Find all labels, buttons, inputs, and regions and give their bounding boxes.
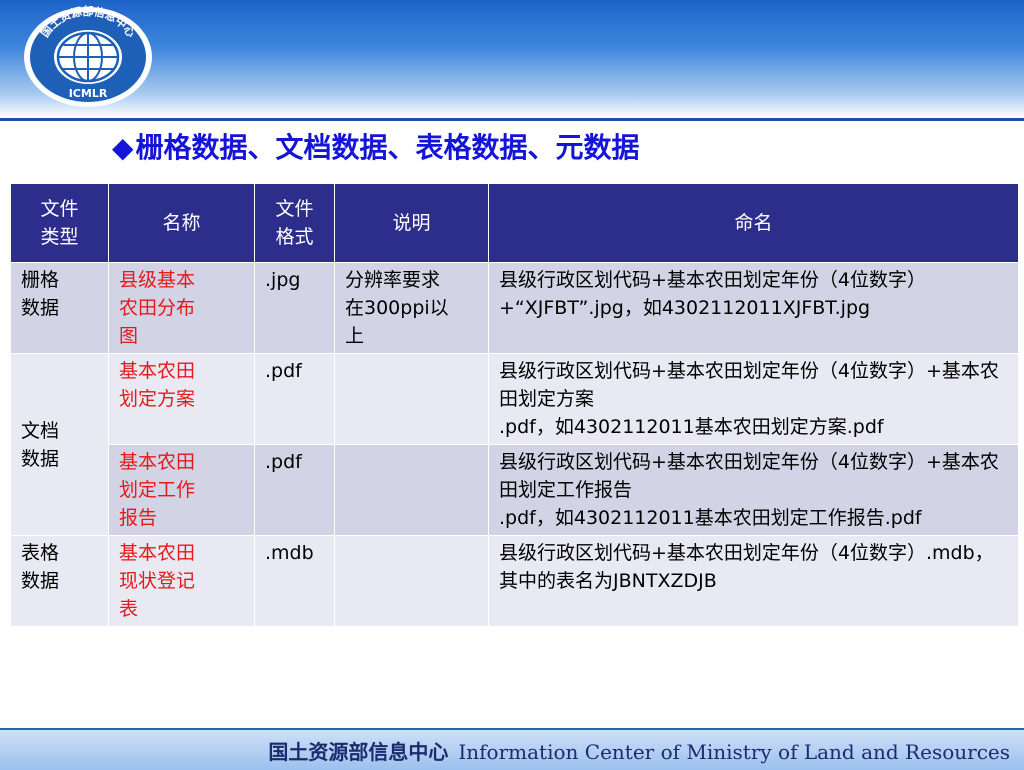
cell-type: 栅格 数据 <box>10 262 109 354</box>
cell-text: 命名 <box>734 212 773 234</box>
cell-naming: 县级行政区划代码+基本农田划定年份（4位数字）+基本农田划定方案 .pdf，如43… <box>488 353 1019 445</box>
header-naming: 命名 <box>488 183 1019 263</box>
cell-text: 县级行政区划代码+基本农田划定年份（4位数字）.mdb，其中的表名为JBNTXZ… <box>499 542 994 592</box>
cell-naming: 县级行政区划代码+基本农田划定年份（4位数字）+“XJFBT”.jpg，如430… <box>488 262 1019 354</box>
cell-text: 表格 数据 <box>21 542 60 592</box>
cell-format: .mdb <box>254 535 335 627</box>
cell-text: 县级行政区划代码+基本农田划定年份（4位数字）+基本农田划定方案 .pdf，如43… <box>499 360 999 438</box>
slide-title-text: 栅格数据、文档数据、表格数据、元数据 <box>135 131 640 164</box>
cell-text: 县级行政区划代码+基本农田划定年份（4位数字）+基本农田划定工作报告 .pdf，如… <box>499 451 999 529</box>
cell-type: 文档 数据 <box>10 353 109 536</box>
cell-format: .pdf <box>254 353 335 445</box>
header-file-format: 文件 格式 <box>254 183 335 263</box>
icmlr-logo: 国土资源部信息中心 ICMLR <box>24 4 152 107</box>
cell-format: .pdf <box>254 444 335 536</box>
cell-text: 县级基本 农田分布图 <box>119 269 196 347</box>
cell-text: 文件 格式 <box>275 198 314 248</box>
logo-text-bottom: ICMLR <box>69 87 108 100</box>
cell-naming: 县级行政区划代码+基本农田划定年份（4位数字）.mdb，其中的表名为JBNTXZ… <box>488 535 1019 627</box>
cell-name: 基本农田 划定方案 <box>108 353 255 445</box>
cell-text: .mdb <box>265 542 314 564</box>
cell-text: 基本农田 现状登记表 <box>119 542 196 620</box>
slide-title: ◆栅格数据、文档数据、表格数据、元数据 <box>112 126 640 166</box>
cell-note <box>334 535 489 627</box>
cell-naming: 县级行政区划代码+基本农田划定年份（4位数字）+基本农田划定工作报告 .pdf，如… <box>488 444 1019 536</box>
cell-text: 基本农田 划定方案 <box>119 360 196 410</box>
cell-text: .pdf <box>265 451 302 473</box>
naming-table: 文件 类型 名称 文件 格式 说明 命名 栅格 数据 县级基本 农田分布图 .jpg 分… <box>10 183 1019 627</box>
cell-text: 说明 <box>392 212 431 234</box>
table-header-row: 文件 类型 名称 文件 格式 说明 命名 <box>10 183 1019 263</box>
table-row: 基本农田 划定工作 报告 .pdf 县级行政区划代码+基本农田划定年份（4位数字）+… <box>11 444 1019 536</box>
cell-text: .pdf <box>265 360 302 382</box>
cell-text: .jpg <box>265 269 301 291</box>
cell-text: 文件 类型 <box>40 198 79 248</box>
cell-name: 基本农田 现状登记表 <box>108 535 255 627</box>
header-name: 名称 <box>108 183 255 263</box>
header-rule <box>0 118 1024 121</box>
cell-type: 表格 数据 <box>10 535 109 627</box>
cell-text: 分辨率要求 在300ppi以上 <box>345 269 449 347</box>
cell-name: 基本农田 划定工作 报告 <box>108 444 255 536</box>
footer-cn: 国土资源部信息中心 <box>268 740 449 764</box>
footer-en: Information Center of Ministry of Land a… <box>458 740 1010 764</box>
cell-note: 分辨率要求 在300ppi以上 <box>334 262 489 354</box>
table-row: 表格 数据 基本农田 现状登记表 .mdb 县级行政区划代码+基本农田划定年份（4位… <box>10 535 1019 627</box>
cell-note <box>334 353 489 445</box>
cell-text: 县级行政区划代码+基本农田划定年份（4位数字）+“XJFBT”.jpg，如430… <box>499 269 927 319</box>
footer-text: 国土资源部信息中心 Information Center of Ministry … <box>268 736 1010 765</box>
cell-text: 名称 <box>162 212 201 234</box>
cell-text: 栅格 数据 <box>21 269 60 319</box>
table-row: 栅格 数据 县级基本 农田分布图 .jpg 分辨率要求 在300ppi以上 县级行政区… <box>10 262 1019 354</box>
bullet-diamond: ◆ <box>112 131 134 164</box>
header-description: 说明 <box>334 183 489 263</box>
cell-format: .jpg <box>254 262 335 354</box>
table-row: 文档 数据 基本农田 划定方案 .pdf 县级行政区划代码+基本农田划定年份（4位数… <box>10 353 1019 536</box>
header-file-type: 文件 类型 <box>10 183 109 263</box>
cell-name: 县级基本 农田分布图 <box>108 262 255 354</box>
cell-text: 基本农田 划定工作 报告 <box>119 451 196 529</box>
cell-text: 文档 数据 <box>21 419 60 470</box>
cell-note <box>334 444 489 536</box>
